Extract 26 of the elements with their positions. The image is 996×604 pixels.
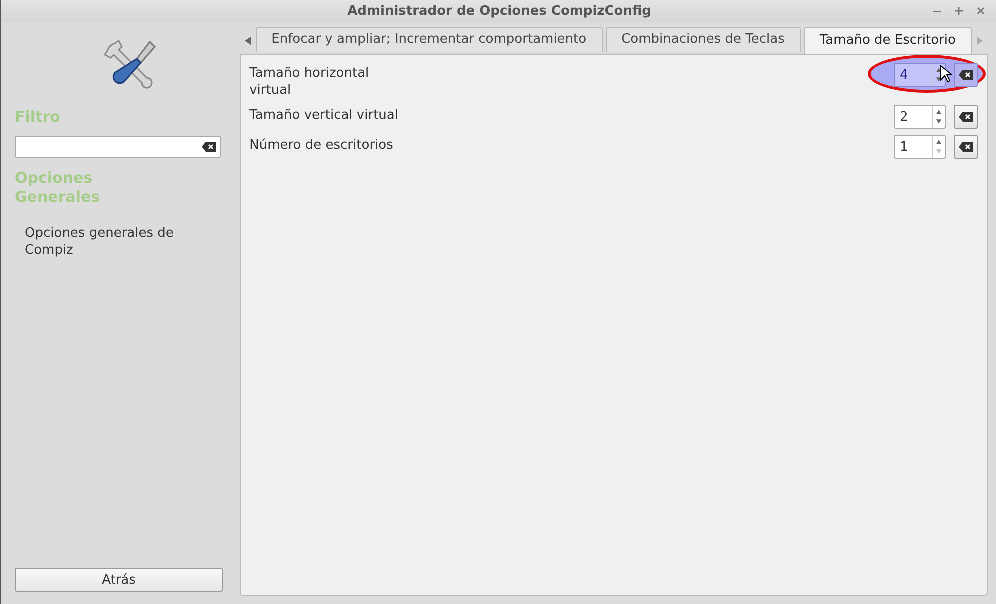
mouse-pointer-icon xyxy=(940,65,952,83)
clear-icon xyxy=(959,70,973,80)
close-icon[interactable] xyxy=(976,6,986,16)
back-button[interactable]: Atrás xyxy=(15,568,223,592)
reset-button[interactable] xyxy=(954,135,978,159)
tab[interactable]: Tamaño de Escritorio xyxy=(804,27,972,54)
clear-icon xyxy=(959,112,973,122)
clear-icon xyxy=(959,142,973,152)
filter-field[interactable] xyxy=(15,136,221,158)
option-label: Tamaño horizontal virtual xyxy=(250,65,370,99)
reset-button[interactable] xyxy=(954,105,978,129)
spin-field[interactable]: 4 xyxy=(894,63,946,87)
section-heading: Opciones Generales xyxy=(15,169,102,207)
tab[interactable]: Enfocar y ampliar; Incrementar comportamiento xyxy=(256,27,603,52)
maximize-icon[interactable] xyxy=(954,6,964,16)
option-label: Tamaño vertical virtual xyxy=(250,107,398,124)
spin-field[interactable]: 2 xyxy=(894,105,946,129)
window-title: Administrador de Opciones CompizConfig xyxy=(346,4,652,18)
clear-icon[interactable] xyxy=(202,142,216,152)
filter-heading: Filtro xyxy=(15,108,62,126)
reset-button[interactable] xyxy=(954,63,978,87)
tab[interactable]: Combinaciones de Teclas xyxy=(606,27,801,52)
spin-field[interactable]: 1 xyxy=(894,135,946,159)
option-label: Número de escritorios xyxy=(250,137,394,154)
sidebar-item[interactable]: Opciones generales de Compiz xyxy=(15,225,185,259)
scroll-left-icon[interactable] xyxy=(244,36,252,46)
